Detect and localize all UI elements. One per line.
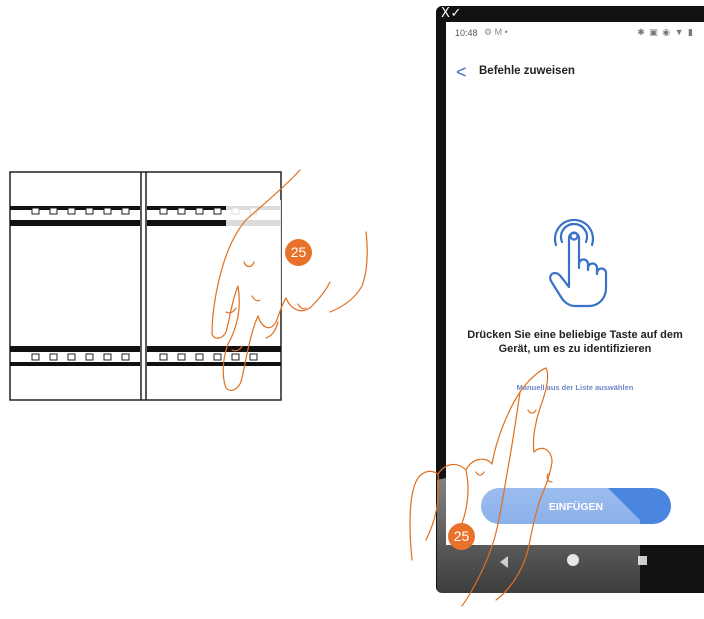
back-arrow-icon[interactable]: <: [456, 62, 467, 82]
phone-top-mark: X ✓: [441, 6, 461, 21]
status-time: 10:48: [455, 28, 478, 38]
status-left-icons: ⚙ M •: [484, 27, 508, 37]
page-title: Befehle zuweisen: [479, 65, 575, 77]
nav-back-icon[interactable]: [500, 556, 508, 568]
app-bar: < Befehle zuweisen: [446, 62, 704, 84]
status-right-icons: ✱ ▣ ◉ ▼ ▮: [637, 27, 694, 37]
status-bar: 10:48 ⚙ M • ✱ ▣ ◉ ▼ ▮: [446, 22, 704, 44]
insert-button[interactable]: EINFÜGEN: [481, 488, 671, 524]
instruction-text: Drücken Sie eine beliebige Taste auf dem…: [467, 329, 683, 355]
phone-screen: 10:48 ⚙ M • ✱ ▣ ◉ ▼ ▮ < Befehle zuweisen…: [446, 22, 704, 545]
nav-home-icon[interactable]: [567, 554, 579, 566]
step-number-badge: 25: [448, 523, 475, 550]
manual-select-link[interactable]: Manuell aus der Liste auswählen: [466, 383, 684, 392]
android-nav-bar: [446, 545, 704, 579]
nav-recent-apps-icon[interactable]: [638, 556, 647, 565]
step-number-badge: 25: [285, 239, 312, 266]
touch-hand-icon: [549, 218, 608, 308]
